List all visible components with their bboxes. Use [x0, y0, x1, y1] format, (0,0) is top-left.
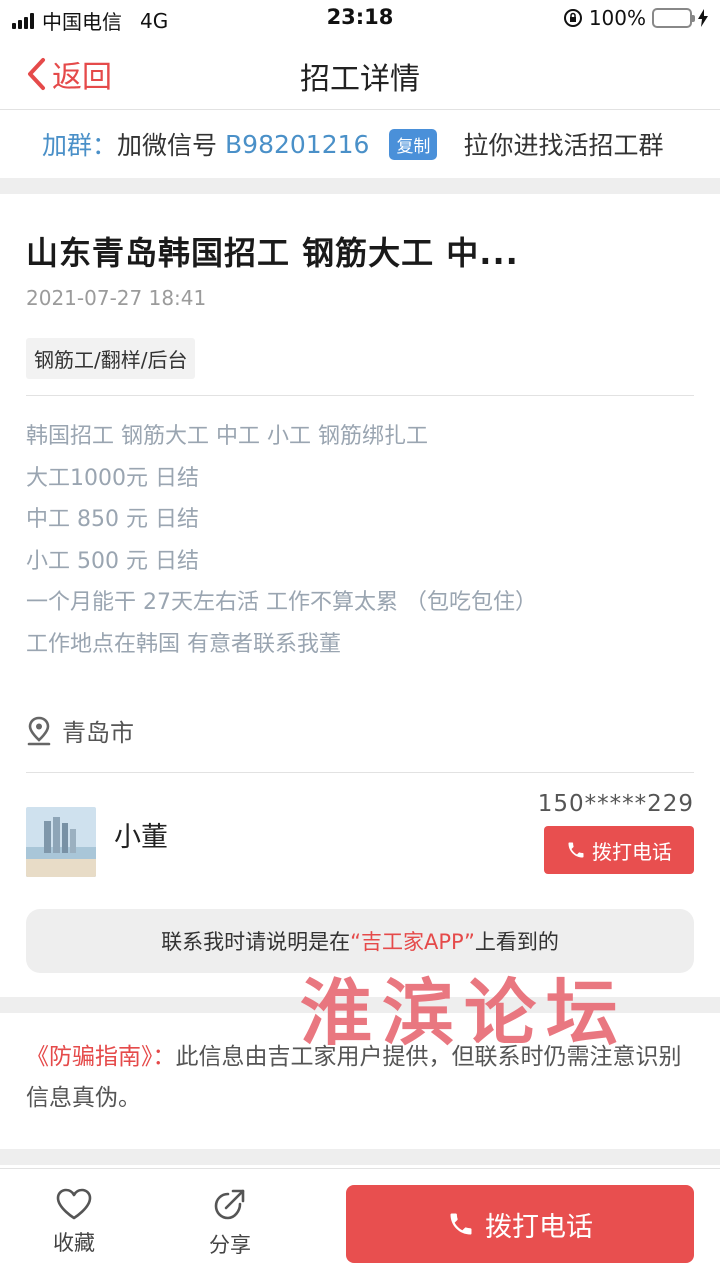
description-line: 一个月能干 27天左右活 工作不算太累 （包吃包住）	[26, 590, 537, 615]
anti-fraud-title: 《防骗指南》：	[26, 1044, 176, 1070]
location-pin-icon	[27, 716, 51, 745]
call-button-label: 拨打电话	[485, 1211, 593, 1243]
battery-percent: 100%	[588, 6, 646, 30]
share-button[interactable]: 分享	[180, 1187, 280, 1259]
notice-suffix: 上看到的	[474, 930, 559, 954]
group-label: 加群：	[42, 131, 118, 160]
group-banner: 加群： 加微信号 B98201216 复制 拉你进找活招工群	[0, 110, 720, 178]
contact-section: 小董 150*****229 拨打电话	[26, 773, 694, 901]
call-small-label: 拨打电话	[592, 839, 672, 864]
contact-name: 小董	[114, 822, 168, 853]
section-gap	[0, 1149, 720, 1165]
rotation-lock-icon	[563, 9, 582, 27]
location-label: 青岛市	[62, 719, 134, 747]
page-title: 招工详情	[300, 62, 420, 97]
description-line: 中工 850 元 日结	[26, 507, 199, 532]
share-label: 分享	[209, 1233, 251, 1257]
heart-icon	[56, 1188, 92, 1220]
share-icon	[214, 1189, 245, 1220]
favorite-label: 收藏	[53, 1231, 95, 1255]
notice-app-name: “吉工家APP”	[350, 930, 475, 954]
job-card: 山东青岛韩国招工 钢筋大工 中... 2021-07-27 18:41 钢筋工/…	[0, 194, 720, 973]
watermark: 淮滨论坛	[300, 970, 629, 1055]
status-right: 100%	[563, 6, 708, 30]
description-line: 小工 500 元 日结	[26, 548, 199, 574]
job-date: 2021-07-27 18:41	[26, 286, 207, 310]
nav-bar: 返回 招工详情	[0, 36, 720, 110]
copy-button[interactable]: 复制	[389, 128, 438, 160]
call-button-small[interactable]: 拨打电话	[544, 826, 694, 874]
phone-icon	[450, 1213, 472, 1235]
bottom-action-bar: 收藏 分享 拨打电话	[0, 1168, 720, 1280]
description-line: 韩国招工 钢筋大工 中工 小工 钢筋绑扎工	[26, 424, 428, 449]
avatar	[26, 807, 96, 877]
description-line: 工作地点在韩国 有意者联系我董	[26, 631, 341, 657]
job-location: 青岛市	[26, 687, 694, 772]
wechat-id: B98201216	[225, 129, 370, 159]
description-line: 大工1000元 日结	[26, 465, 199, 491]
contact-phone: 150*****229	[537, 791, 694, 817]
group-suffix: 拉你进找活招工群	[463, 131, 664, 160]
favorite-button[interactable]: 收藏	[24, 1187, 124, 1257]
job-description: 韩国招工 钢筋大工 中工 小工 钢筋绑扎工 大工1000元 日结 中工 850 …	[26, 396, 694, 687]
call-button[interactable]: 拨打电话	[346, 1185, 694, 1263]
job-category-tag: 钢筋工/翻样/后台	[26, 338, 196, 379]
battery-icon	[652, 8, 695, 28]
section-gap	[0, 178, 720, 194]
charging-icon	[698, 9, 708, 27]
phone-icon	[568, 842, 584, 858]
job-title: 山东青岛韩国招工 钢筋大工 中...	[26, 234, 519, 272]
status-bar: 中国电信 4G 23:18 100%	[0, 0, 720, 36]
group-text: 加微信号	[117, 131, 218, 160]
notice-prefix: 联系我时请说明是在	[161, 930, 351, 954]
